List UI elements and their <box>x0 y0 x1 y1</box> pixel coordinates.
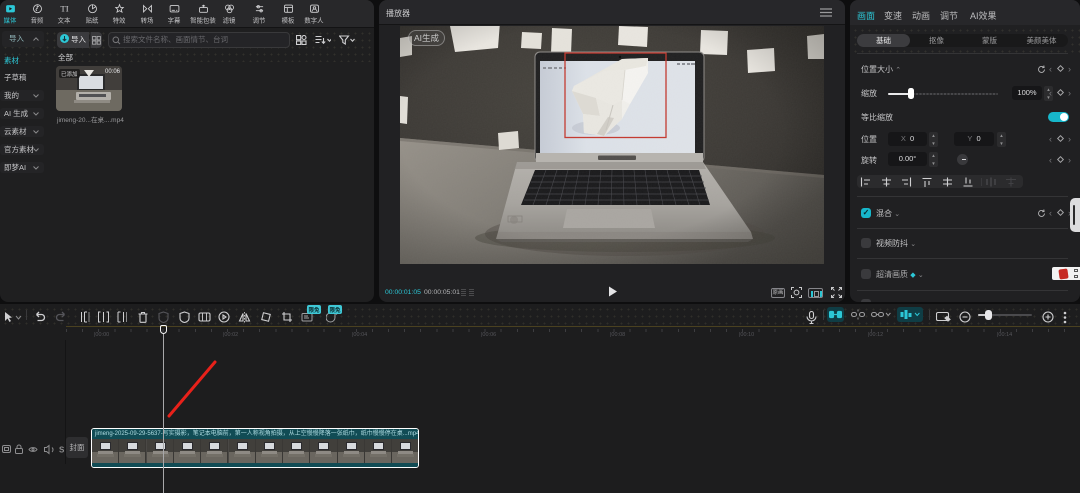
svg-text:TI: TI <box>60 4 68 14</box>
svg-text:S: S <box>59 446 64 455</box>
